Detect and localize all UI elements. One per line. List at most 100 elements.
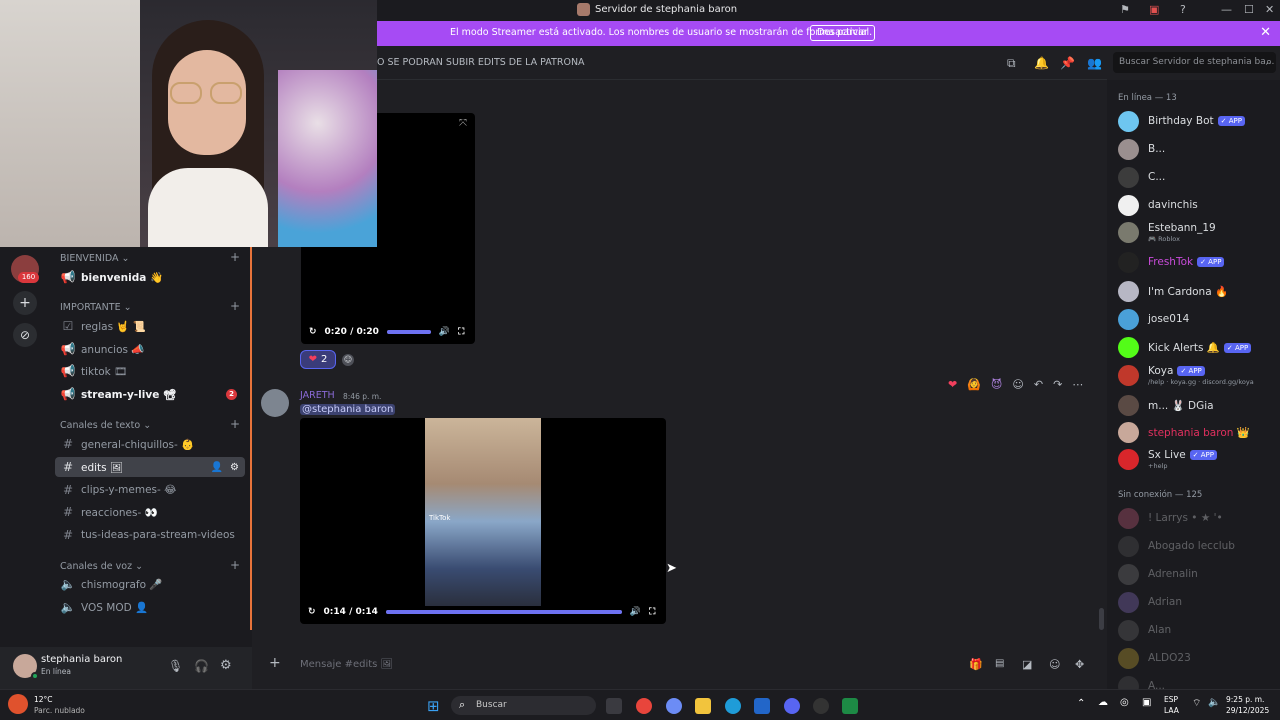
add-channel-icon[interactable]: +	[230, 558, 240, 572]
add-reaction-icon[interactable]: ☺	[342, 354, 354, 366]
gif-icon[interactable]: ▤	[995, 658, 1004, 669]
search-input[interactable]: Buscar Servidor de stephania ba... ⌕	[1113, 52, 1276, 73]
channel-reglas[interactable]: ☑ reglas 🤘 📜	[55, 316, 245, 336]
devil-icon[interactable]: 😈	[991, 378, 1002, 391]
pin-icon[interactable]: 📌	[1060, 56, 1075, 70]
channel-clips[interactable]: # clips-y-memes- 😂	[55, 480, 245, 500]
apps-icon[interactable]: ✥	[1075, 658, 1084, 671]
headphones-icon[interactable]: 🎧	[194, 659, 209, 673]
member-item[interactable]: Kick Alerts 🔔 ✓ APP	[1118, 336, 1252, 358]
author-name[interactable]: JARETH	[300, 390, 335, 401]
tray-icon[interactable]: ☁	[1098, 697, 1108, 708]
video-progress-track[interactable]	[385, 610, 622, 614]
member-item[interactable]: Alan	[1118, 619, 1171, 641]
emoji-icon[interactable]: ☺	[1049, 658, 1060, 671]
video-progress-track[interactable]	[386, 330, 431, 334]
channel-vos-mod[interactable]: 🔈 VOS MOD 👤	[55, 597, 245, 617]
obs-icon[interactable]	[813, 698, 829, 714]
taskbar-search[interactable]: ⌕ Buscar	[451, 696, 596, 715]
forward-icon[interactable]: ↷	[1053, 378, 1062, 391]
chrome-icon[interactable]	[636, 698, 652, 714]
minimize-button[interactable]: —	[1221, 3, 1232, 16]
sticker-icon[interactable]: ◪	[1022, 658, 1032, 671]
task-view-icon[interactable]	[606, 698, 622, 714]
mention[interactable]: @stephania baron	[300, 404, 396, 415]
category-bienvenida[interactable]: BIENVENIDA ⌄	[60, 253, 129, 264]
member-item[interactable]: ! Larrys • ★ '•	[1118, 507, 1223, 529]
scrollbar[interactable]	[1099, 608, 1104, 630]
gear-icon[interactable]: ⚙	[230, 462, 239, 473]
weather-icon[interactable]	[8, 694, 28, 714]
member-item[interactable]: Adrian	[1118, 591, 1182, 613]
flag-icon[interactable]: ⚑	[1120, 3, 1130, 16]
members-icon[interactable]: 👥	[1087, 56, 1102, 70]
tray-icon[interactable]: ◎	[1120, 697, 1129, 708]
heart-icon[interactable]: ❤	[948, 378, 957, 391]
threads-icon[interactable]: ⧉	[1007, 56, 1016, 71]
category-importante[interactable]: IMPORTANTE ⌄	[60, 302, 132, 313]
close-banner-icon[interactable]: ✕	[1260, 25, 1271, 40]
maximize-button[interactable]: ☐	[1244, 3, 1254, 16]
member-item[interactable]: FreshTok ✓ APP	[1118, 251, 1225, 273]
channel-chismografo[interactable]: 🔈 chismografo 🎤	[55, 574, 245, 594]
member-item[interactable]: C...	[1118, 166, 1165, 188]
excel-icon[interactable]	[842, 698, 858, 714]
chevron-up-icon[interactable]: ⌃	[1077, 698, 1085, 709]
member-item[interactable]: Abogado lecclub	[1118, 535, 1235, 557]
member-item[interactable]: davinchis	[1118, 194, 1198, 216]
member-item[interactable]: I'm Cardona 🔥	[1118, 280, 1228, 302]
language-indicator[interactable]: ESP	[1164, 695, 1178, 704]
volume-icon[interactable]: 🔈	[1208, 697, 1220, 708]
channel-edits[interactable]: # edits 🖼 👤 ⚙	[55, 457, 245, 477]
channel-general[interactable]: # general-chiquillos- 👶	[55, 434, 245, 454]
emoji-icon[interactable]: 🙆	[967, 378, 981, 391]
channel-tiktok[interactable]: 📢 tiktok 🎞	[55, 361, 245, 381]
member-item[interactable]: Estebann_19 🎮 Roblox	[1118, 221, 1216, 243]
store-icon[interactable]	[754, 698, 770, 714]
member-item[interactable]: Adrenalin	[1118, 563, 1198, 585]
channel-bienvenida[interactable]: 📢 bienvenida 👋	[55, 267, 245, 287]
gift-icon[interactable]: 🎁	[969, 658, 983, 671]
volume-icon[interactable]: 🔊	[630, 607, 641, 617]
tray-icon[interactable]: ▣	[1142, 697, 1151, 708]
fullscreen-icon[interactable]: ⛶	[458, 327, 464, 337]
microphone-icon[interactable]: 🎙	[168, 659, 183, 673]
member-item[interactable]: Birthday Bot ✓ APP	[1118, 110, 1245, 132]
folder-icon[interactable]	[695, 698, 711, 714]
fullscreen-icon[interactable]: ⛶	[649, 607, 655, 617]
inbox-icon[interactable]: ▣	[1149, 3, 1159, 16]
more-icon[interactable]: ⋯	[1072, 378, 1083, 391]
discord-icon[interactable]	[784, 698, 800, 714]
add-channel-icon[interactable]: +	[230, 417, 240, 431]
message-input[interactable]: + Mensaje #edits 🖼 🎁 ▤ ◪ ☺ ✥	[260, 653, 1098, 677]
close-window-button[interactable]: ✕	[1265, 3, 1274, 16]
attach-icon[interactable]: +	[269, 655, 281, 671]
help-icon[interactable]: ?	[1180, 3, 1186, 16]
deactivate-button[interactable]: Desactivar	[810, 25, 875, 41]
settings-icon[interactable]: ⚙	[220, 658, 232, 673]
member-item[interactable]: jose014	[1118, 308, 1189, 330]
channel-stream-y-live[interactable]: 📢 stream-y-live 📽 2	[55, 384, 245, 404]
expand-icon[interactable]: ⤧	[459, 118, 467, 129]
add-channel-icon[interactable]: +	[230, 299, 240, 313]
video-player-2[interactable]: TikTok ↻ 0:14 / 0:14 🔊 ⛶	[300, 418, 666, 624]
member-item[interactable]: Koya ✓ APP/help · koya.gg · discord.gg/ko…	[1118, 364, 1254, 386]
reply-icon[interactable]: ↶	[1034, 378, 1043, 391]
add-channel-icon[interactable]: +	[230, 250, 240, 264]
add-reaction-icon[interactable]: ☺	[1012, 378, 1023, 391]
channel-ideas[interactable]: # tus-ideas-para-stream-videos	[55, 525, 245, 545]
clock-time[interactable]: 9:25 p. m.	[1226, 695, 1264, 704]
replay-icon[interactable]: ↻	[308, 607, 316, 617]
replay-icon[interactable]: ↻	[309, 327, 317, 337]
wifi-icon[interactable]: ⌔	[1192, 697, 1201, 710]
member-item[interactable]: Sx Live ✓ APP +help	[1118, 448, 1217, 470]
explore-icon[interactable]: ⊘	[13, 323, 37, 347]
add-server-icon[interactable]: +	[13, 291, 37, 315]
edge-icon[interactable]	[725, 698, 741, 714]
volume-icon[interactable]: 🔊	[439, 327, 450, 337]
invite-icon[interactable]: 👤	[211, 462, 223, 473]
member-item[interactable]: ALDO23	[1118, 647, 1191, 669]
author-avatar[interactable]	[261, 389, 289, 417]
bell-icon[interactable]: 🔔	[1034, 56, 1049, 70]
member-item[interactable]: stephania baron 👑	[1118, 421, 1250, 443]
